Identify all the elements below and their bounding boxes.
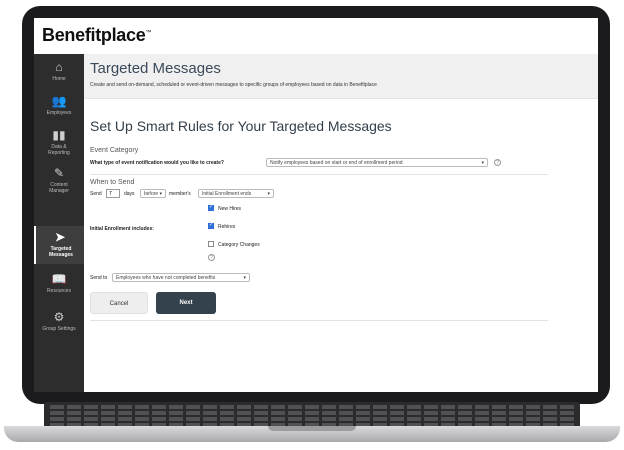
- home-icon: ⌂: [55, 60, 63, 74]
- help-icon[interactable]: ?: [208, 254, 215, 261]
- event-type-value: Notify employees based on start or end o…: [270, 160, 403, 166]
- category-changes-checkbox[interactable]: [208, 241, 214, 247]
- event-type-question: What type of event notification would yo…: [90, 160, 224, 166]
- chevron-down-icon: ▾: [159, 191, 162, 197]
- screen: Benefitplace™ ⌂ Home 👥 Employees ▮▮ Data…: [34, 18, 598, 392]
- trackpad-notch: [268, 426, 356, 431]
- edit-icon: ✎: [53, 166, 65, 180]
- sidebar-item-group-settings[interactable]: ⚙ Group Settings: [34, 310, 84, 332]
- members-label: member's: [169, 191, 191, 197]
- laptop-base: [4, 402, 620, 442]
- divider: [90, 174, 548, 175]
- sidebar-item-label: Data & Reporting: [48, 144, 70, 156]
- relation-select[interactable]: before ▾: [140, 189, 166, 198]
- sidebar-item-resources[interactable]: 📖 Resources: [34, 272, 84, 294]
- sidebar-item-label: Employees: [46, 110, 72, 116]
- chevron-down-icon: ▾: [481, 160, 484, 166]
- logo[interactable]: Benefitplace™: [42, 25, 151, 46]
- days-input[interactable]: 7: [106, 189, 120, 198]
- category-changes-label: Category Changes: [218, 242, 260, 248]
- employees-icon: 👥: [51, 94, 67, 108]
- sidebar-item-home[interactable]: ⌂ Home: [34, 60, 84, 82]
- main-content: Targeted Messages Create and send on-dem…: [84, 54, 598, 392]
- paper-plane-icon: ➤: [54, 230, 66, 244]
- top-bar: Benefitplace™: [34, 18, 598, 55]
- send-to-value: Employees who have not completed benefit…: [116, 275, 216, 281]
- divider: [90, 320, 548, 321]
- chevron-down-icon: ▾: [243, 275, 246, 281]
- sidebar-item-label: Group Settings: [42, 326, 76, 332]
- gear-icon: ⚙: [53, 310, 65, 324]
- days-label: days: [124, 191, 135, 197]
- send-to-label: Send to: [90, 275, 108, 281]
- keyboard: [44, 402, 580, 428]
- new-hires-checkbox[interactable]: [208, 204, 214, 211]
- event-value: Initial Enrollment ends: [202, 191, 252, 197]
- next-button[interactable]: Next: [156, 292, 216, 314]
- sidebar-item-targeted-messages[interactable]: ➤ Targeted Messages: [34, 226, 84, 264]
- page-title: Targeted Messages: [90, 60, 221, 77]
- send-label: Send: [90, 191, 102, 197]
- sidebar-item-employees[interactable]: 👥 Employees: [34, 94, 84, 116]
- sidebar-item-label: Targeted Messages: [49, 246, 73, 258]
- event-category-heading: Event Category: [90, 147, 139, 154]
- sidebar: ⌂ Home 👥 Employees ▮▮ Data & Reporting ✎…: [34, 54, 84, 392]
- when-to-send-heading: When to Send: [90, 179, 135, 186]
- sidebar-item-content-manager[interactable]: ✎ Content Manager: [34, 166, 84, 194]
- relation-value: before: [144, 191, 159, 197]
- sidebar-item-data-reporting[interactable]: ▮▮ Data & Reporting: [34, 128, 84, 156]
- page-subtitle: Create and send on-demand, scheduled or …: [90, 82, 377, 88]
- send-to-select[interactable]: Employees who have not completed benefit…: [112, 273, 250, 282]
- chevron-down-icon: ▾: [267, 191, 270, 197]
- rehires-checkbox[interactable]: [208, 222, 214, 229]
- includes-label: Initial Enrollment includes:: [90, 226, 154, 232]
- event-select[interactable]: Initial Enrollment ends ▾: [198, 189, 274, 198]
- sidebar-item-label: Home: [52, 76, 66, 82]
- event-type-select[interactable]: Notify employees based on start or end o…: [266, 158, 488, 167]
- help-icon[interactable]: ?: [494, 159, 501, 166]
- page-header: Targeted Messages Create and send on-dem…: [84, 54, 598, 99]
- chart-icon: ▮▮: [52, 128, 66, 142]
- section-title: Set Up Smart Rules for Your Targeted Mes…: [90, 118, 392, 134]
- sidebar-item-label: Content Manager: [49, 182, 69, 194]
- book-icon: 📖: [51, 272, 67, 286]
- rehires-label: Rehires: [218, 224, 236, 230]
- sidebar-item-label: Resources: [47, 288, 71, 294]
- cancel-button[interactable]: Cancel: [90, 292, 148, 314]
- new-hires-label: New Hires: [218, 206, 242, 212]
